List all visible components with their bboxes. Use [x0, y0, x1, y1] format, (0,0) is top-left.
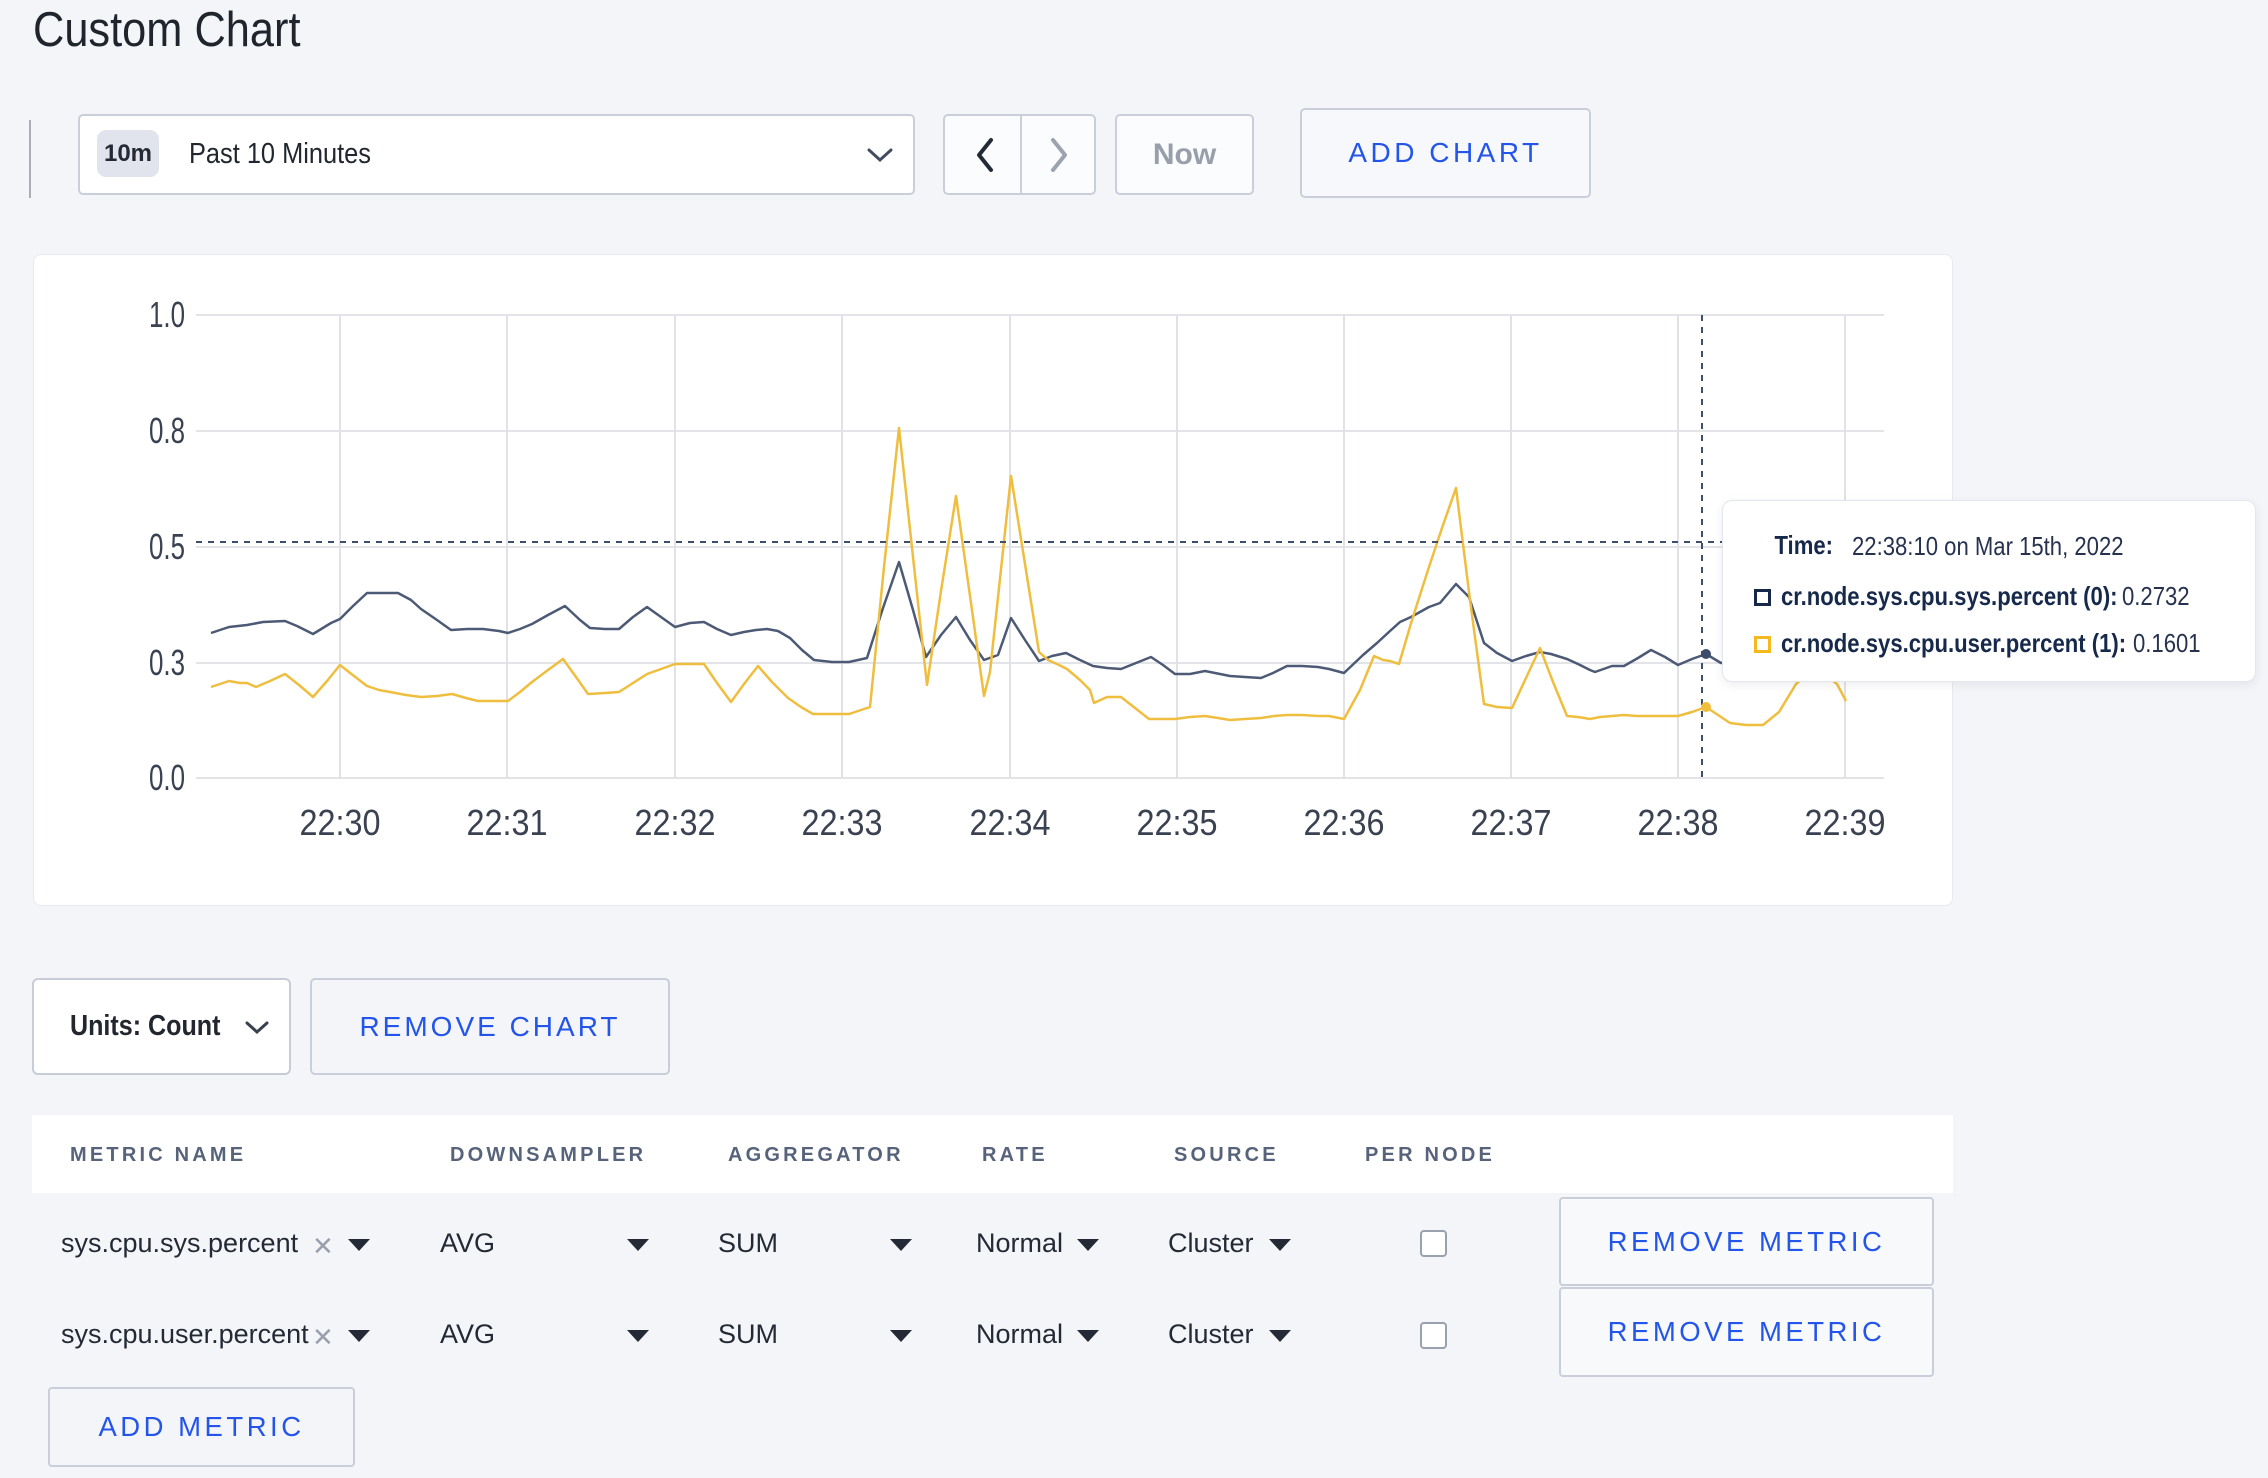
svg-text:22:39: 22:39	[1805, 802, 1886, 843]
svg-text:0.0: 0.0	[149, 757, 185, 798]
svg-text:0.8: 0.8	[149, 410, 185, 451]
svg-text:0.3: 0.3	[149, 642, 185, 683]
svg-text:22:36: 22:36	[1304, 802, 1385, 843]
svg-text:1.0: 1.0	[149, 294, 185, 335]
svg-text:22:38: 22:38	[1638, 802, 1719, 843]
svg-text:22:37: 22:37	[1471, 802, 1552, 843]
svg-text:22:31: 22:31	[467, 802, 548, 843]
svg-text:0.5: 0.5	[149, 526, 185, 567]
svg-text:22:33: 22:33	[802, 802, 883, 843]
svg-text:22:30: 22:30	[300, 802, 381, 843]
svg-text:22:32: 22:32	[635, 802, 716, 843]
svg-text:22:35: 22:35	[1137, 802, 1218, 843]
svg-text:22:34: 22:34	[970, 802, 1051, 843]
